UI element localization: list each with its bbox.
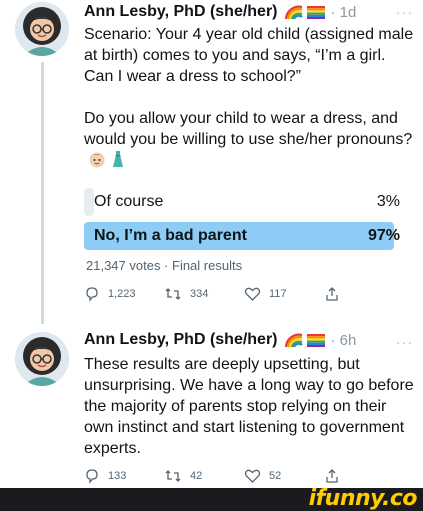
share-button[interactable]	[324, 468, 404, 484]
tweet-time[interactable]: · 6h	[331, 332, 357, 349]
tweet-text-question: Do you allow your child to wear a dress,…	[84, 110, 413, 148]
poll-option-2-percent: 97%	[367, 227, 400, 244]
retweet-button[interactable]: 42	[164, 468, 244, 484]
pride-flag-icon	[306, 5, 325, 19]
retweet-count: 334	[190, 288, 209, 300]
tweet-text: Scenario: Your 4 year old child (assigne…	[84, 24, 414, 174]
share-icon	[326, 287, 338, 301]
more-options-icon[interactable]: ···	[396, 334, 413, 350]
author-flags	[284, 4, 325, 20]
more-options-icon[interactable]: ···	[396, 4, 413, 20]
retweet-count: 42	[190, 470, 203, 482]
thread-line	[41, 62, 44, 324]
like-count: 117	[269, 288, 287, 300]
author-avatar[interactable]	[15, 2, 69, 56]
emoji-group	[88, 150, 106, 174]
emoji-dress-wrap	[110, 150, 126, 174]
like-icon	[244, 287, 261, 301]
author-flags	[284, 332, 325, 348]
tweet-actions: 1,223 334 117	[84, 286, 404, 302]
tweet-header: Ann Lesby, PhD (she/her) · 1d	[84, 3, 356, 21]
reply-count: 1,223	[108, 288, 136, 300]
tweet-text-paragraph-1: Scenario: Your 4 year old child (assigne…	[84, 26, 414, 85]
pride-flag-icon	[306, 333, 325, 347]
poll-option-2-label: No, I’m a bad parent	[94, 227, 247, 244]
reply-icon	[86, 287, 98, 302]
tweet-text: These results are deeply upsetting, but …	[84, 354, 414, 459]
retweet-icon	[165, 288, 181, 300]
ifunny-watermark: ifunny.co	[308, 486, 418, 511]
reply-button[interactable]: 133	[84, 468, 164, 484]
boy-face-icon	[89, 152, 105, 168]
like-icon	[244, 469, 261, 483]
avatar-face-icon	[15, 332, 69, 386]
author-name[interactable]: Ann Lesby, PhD (she/her)	[84, 331, 278, 349]
retweet-icon	[165, 470, 181, 482]
dress-icon	[113, 151, 123, 167]
share-icon	[326, 469, 338, 483]
reply-count: 133	[108, 470, 127, 482]
tweet-time[interactable]: · 1d	[331, 4, 357, 21]
watermark-bar: ifunny.co	[0, 486, 423, 511]
poll-option-1-label: Of course	[94, 193, 164, 210]
tweet-1: Ann Lesby, PhD (she/her) · 1d ··· Scenar…	[0, 0, 423, 324]
avatar-face-icon	[15, 2, 69, 56]
poll-option-1[interactable]: Of course 3%	[84, 188, 404, 216]
tweet-actions: 133 42 52	[84, 468, 404, 484]
reply-icon	[86, 469, 98, 484]
like-button[interactable]: 117	[244, 286, 324, 302]
poll-option-1-percent: 3%	[376, 193, 400, 210]
poll-option-2[interactable]: No, I’m a bad parent 97%	[84, 222, 404, 250]
retweet-button[interactable]: 334	[164, 286, 244, 302]
reply-button[interactable]: 1,223	[84, 286, 164, 302]
rainbow-icon	[284, 333, 303, 348]
poll-meta: 21,347 votes · Final results	[86, 258, 243, 273]
poll-bar-1	[84, 188, 94, 216]
poll: Of course 3% No, I’m a bad parent 97% 21…	[84, 188, 404, 273]
tweet-text-paragraph-2: Do you allow your child to wear a dress,…	[84, 108, 414, 174]
author-avatar[interactable]	[15, 332, 69, 386]
like-count: 52	[269, 470, 282, 482]
rainbow-icon	[284, 5, 303, 20]
tweet-text-paragraph: These results are deeply upsetting, but …	[84, 356, 414, 457]
author-name[interactable]: Ann Lesby, PhD (she/her)	[84, 3, 278, 21]
like-button[interactable]: 52	[244, 468, 324, 484]
tweet-2: Ann Lesby, PhD (she/her) · 6h ··· These …	[0, 326, 423, 488]
tweet-header: Ann Lesby, PhD (she/her) · 6h	[84, 331, 356, 349]
share-button[interactable]	[324, 286, 404, 302]
